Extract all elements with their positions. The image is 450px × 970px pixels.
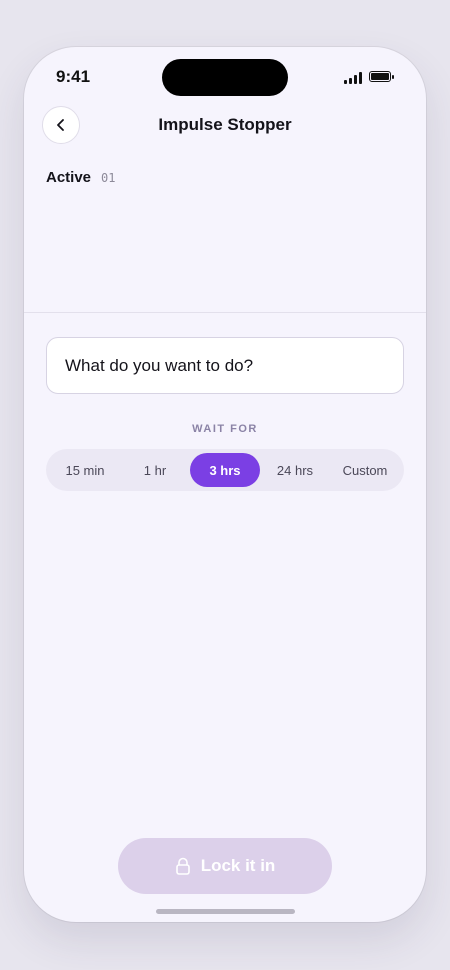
wait-duration-selector[interactable]: 15 min 1 hr 3 hrs 24 hrs Custom (46, 449, 404, 491)
wait-option-3-hrs[interactable]: 3 hrs (190, 453, 260, 487)
dynamic-island (162, 59, 288, 96)
page-title: Impulse Stopper (158, 115, 292, 134)
battery-icon (369, 71, 394, 82)
wait-option-15-min[interactable]: 15 min (50, 453, 120, 487)
lock-icon (175, 857, 190, 875)
active-label: Active (46, 169, 92, 186)
wait-for-label: WAIT FOR (192, 423, 258, 435)
active-section-header: Active 01 (46, 169, 115, 186)
wait-option-1-hr[interactable]: 1 hr (120, 453, 190, 487)
status-time: 9:41 (56, 67, 91, 86)
wait-option-24-hrs[interactable]: 24 hrs (260, 453, 330, 487)
cellular-signal-icon (344, 72, 364, 84)
phone-screen: 9:41 Impulse Stopper Active 01 What do y… (24, 47, 426, 922)
lock-button-label: Lock it in (200, 856, 276, 875)
divider (24, 312, 426, 313)
intent-input[interactable]: What do you want to do? (46, 337, 404, 394)
home-indicator[interactable] (156, 909, 295, 914)
wait-option-custom[interactable]: Custom (330, 453, 400, 487)
lock-it-in-button[interactable]: Lock it in (118, 838, 332, 894)
active-count: 01 (101, 171, 116, 185)
